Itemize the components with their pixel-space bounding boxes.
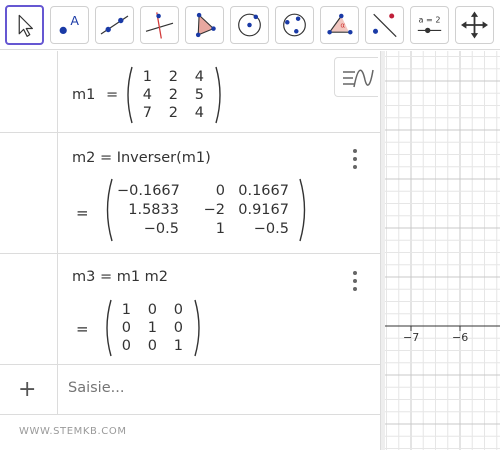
m2-matrix: −0.1667 0 0.1667 1.5833 −2 0.9167 −0.5 1… <box>103 177 309 243</box>
svg-text:A: A <box>70 13 79 28</box>
m2-definition[interactable]: m2 = Inverser(m1) <box>72 150 211 166</box>
perpendicular-line-tool-button[interactable] <box>140 6 179 44</box>
matrix-cell: −2 <box>203 202 225 218</box>
move-graphics-view-tool-button[interactable] <box>455 6 494 44</box>
matrix-cell: 1 <box>215 221 225 237</box>
algebra-item-m1[interactable]: m1 = 1 2 4 4 2 5 7 2 4 <box>0 51 380 133</box>
m1-equals-sign: = <box>105 87 119 103</box>
move-tool-button[interactable] <box>5 5 44 45</box>
circle-center-point-icon <box>238 13 261 37</box>
matrix-cell: 7 <box>142 105 152 121</box>
matrix-cell: 1.5833 <box>128 202 179 218</box>
reflect-tool-button[interactable] <box>365 6 404 44</box>
point-tool-button[interactable]: A <box>50 6 89 44</box>
matrix-cell: 0 <box>173 320 183 336</box>
matrix-cell: 4 <box>194 105 204 121</box>
matrix-cell: 0.1667 <box>238 183 289 199</box>
matrix-cell: −0.5 <box>253 221 289 237</box>
m3-definition[interactable]: m3 = m1 m2 <box>72 269 168 285</box>
algebra-item-gutter <box>0 254 58 364</box>
matrix-cell: 0 <box>121 320 131 336</box>
matrix-cell: 1 <box>147 320 157 336</box>
angle-icon: α <box>327 13 353 35</box>
matrix-cell: 4 <box>194 69 204 85</box>
matrix-cell: 5 <box>194 87 204 103</box>
polygon-icon <box>195 12 216 38</box>
m1-matrix: 1 2 4 4 2 5 7 2 4 <box>124 65 224 125</box>
algebra-input-field[interactable] <box>68 380 348 396</box>
svg-text:a = 2: a = 2 <box>419 14 441 24</box>
line-tool-button[interactable] <box>95 6 134 44</box>
matrix-cell: 0 <box>215 183 225 199</box>
matrix-cell: 4 <box>142 87 152 103</box>
coordinate-grid <box>385 51 500 450</box>
circle-three-points-tool-button[interactable] <box>275 6 314 44</box>
cursor-arrow-icon <box>18 14 33 37</box>
matrix-cell: 1 <box>142 69 152 85</box>
m1-definition[interactable]: m1 = <box>72 87 118 103</box>
matrix-cell: 0 <box>147 302 157 318</box>
angle-tool-button[interactable]: α <box>320 6 359 44</box>
matrix-cell: −0.5 <box>143 221 179 237</box>
matrix-cell: 0 <box>147 338 157 354</box>
matrix-cell: 2 <box>168 105 178 121</box>
polygon-tool-button[interactable] <box>185 6 224 44</box>
matrix-cell: 2 <box>168 69 178 85</box>
m3-matrix: 1 0 0 0 1 0 0 0 1 <box>103 298 203 358</box>
svg-text:α: α <box>340 21 345 30</box>
watermark-text: WWW.STEMKB.COM <box>19 426 127 437</box>
x-tick-label: −7 <box>403 331 420 344</box>
matrix-cell: 0 <box>173 302 183 318</box>
algebra-item-gutter <box>0 51 58 132</box>
algebra-input-row: + <box>0 365 380 415</box>
reflect-about-line-icon <box>372 13 397 38</box>
circle-three-points-icon <box>283 13 306 37</box>
matrix-cell: 1 <box>173 338 183 354</box>
matrix-cell: 1 <box>121 302 131 318</box>
graphics-view[interactable]: −7 −6 <box>385 51 500 450</box>
toolbar: A α a = 2 <box>0 0 500 50</box>
m3-equals-sign: = <box>76 320 89 338</box>
matrix-cell: 0.9167 <box>238 202 289 218</box>
matrix-cell: 0 <box>121 338 131 354</box>
algebra-item-m3[interactable]: m3 = m1 m2 = 1 0 0 0 1 0 0 0 1 <box>0 254 380 365</box>
matrix-cell: −0.1667 <box>117 183 180 199</box>
m2-equals-sign: = <box>76 204 89 222</box>
more-vertical-icon[interactable] <box>349 149 361 171</box>
add-item-button[interactable]: + <box>18 377 36 402</box>
algebra-item-m2[interactable]: m2 = Inverser(m1) = −0.1667 0 0.1667 1.5… <box>0 133 380 254</box>
point-icon: A <box>59 13 79 34</box>
x-tick-label: −6 <box>452 331 469 344</box>
move-graphics-view-icon <box>461 11 488 39</box>
algebra-item-gutter <box>0 133 58 253</box>
m1-label: m1 <box>72 87 96 103</box>
slider-icon: a = 2 <box>417 14 442 34</box>
more-vertical-icon[interactable] <box>349 271 361 293</box>
algebra-view: m1 = 1 2 4 4 2 5 7 2 4 m2 = Inverser(m1)… <box>0 51 380 450</box>
circle-center-point-tool-button[interactable] <box>230 6 269 44</box>
algebra-style-button[interactable] <box>334 57 378 97</box>
line-through-two-points-icon <box>100 15 129 35</box>
matrix-cell: 2 <box>168 87 178 103</box>
algebra-style-icon <box>343 69 374 88</box>
slider-tool-button[interactable]: a = 2 <box>410 6 449 44</box>
perpendicular-line-icon <box>145 12 174 39</box>
